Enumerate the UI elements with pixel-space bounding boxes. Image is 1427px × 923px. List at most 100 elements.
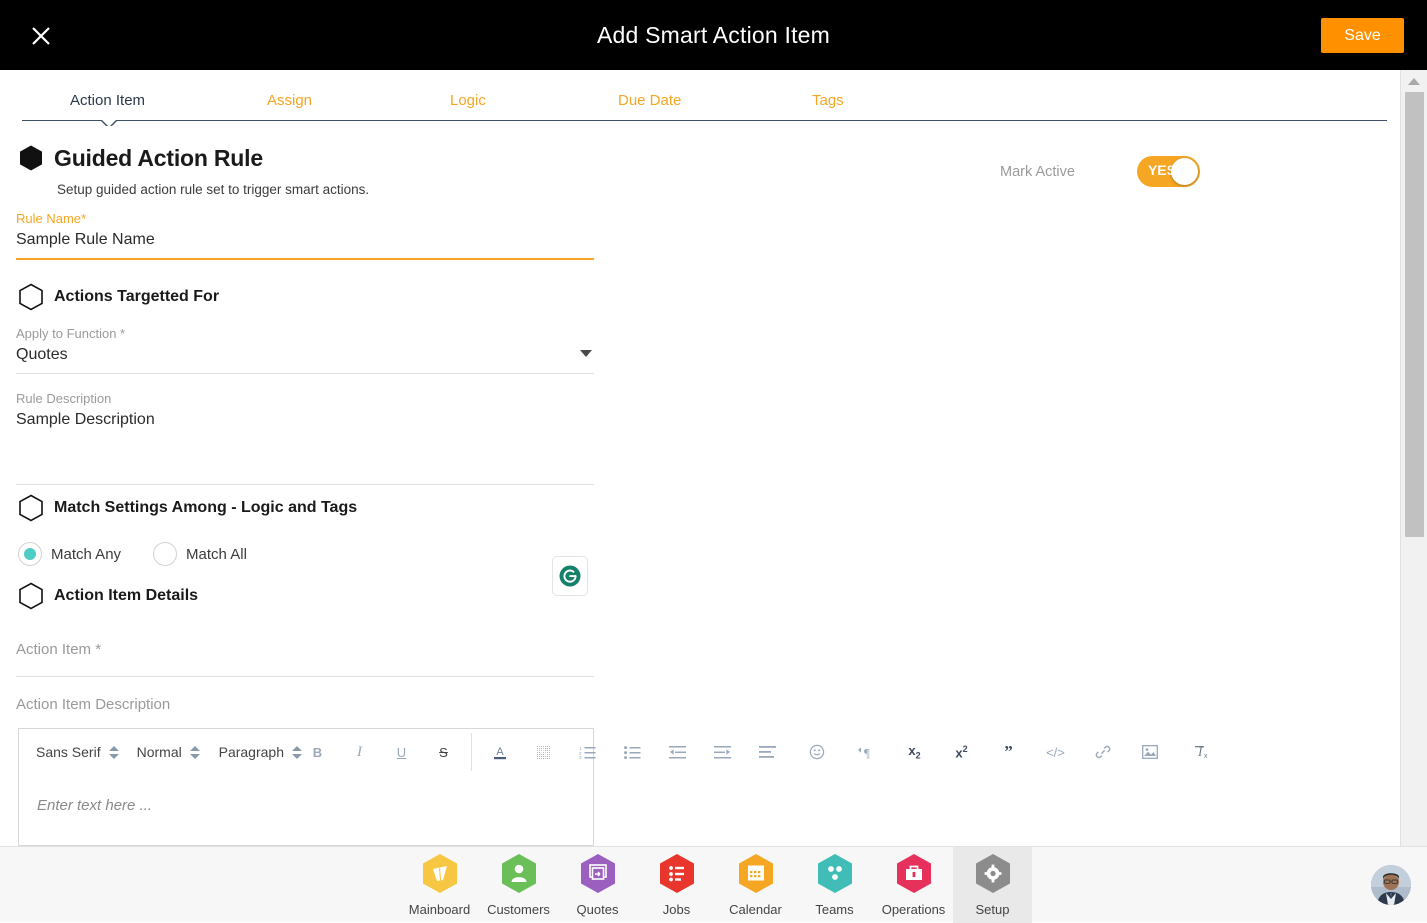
avatar[interactable] <box>1371 865 1411 905</box>
nav-item-operations[interactable]: Operations <box>874 847 953 923</box>
grammarly-icon <box>558 564 582 588</box>
font-size-select-label: Normal <box>137 744 182 760</box>
rule-name-value[interactable]: Sample Rule Name <box>16 231 594 255</box>
nav-item-label: Setup <box>976 902 1010 917</box>
underline-icon[interactable]: U <box>386 738 417 766</box>
clear-format-icon[interactable]: Ix <box>1187 738 1218 766</box>
nav-item-jobs[interactable]: Jobs <box>637 847 716 923</box>
chevron-down-icon[interactable] <box>580 350 592 357</box>
bold-icon[interactable]: B <box>302 738 333 766</box>
editor-toolbar: Sans SerifNormalParagraphBIUSAA123¶x2x2”… <box>18 728 1218 776</box>
background-color-icon[interactable]: A <box>527 738 558 766</box>
superscript-icon[interactable]: x2 <box>946 738 977 766</box>
grammarly-button[interactable] <box>552 556 588 596</box>
nav-item-setup[interactable]: Setup <box>953 847 1032 923</box>
bottom-navigation: Mainboard Customers Quotes Jobs Calendar Team… <box>0 846 1427 922</box>
nav-item-label: Calendar <box>729 902 782 917</box>
scrollbar-thumb[interactable] <box>1405 92 1424 537</box>
block-format-select-label: Paragraph <box>219 744 284 760</box>
rule-description-field[interactable]: Rule Description Sample Description <box>16 391 594 485</box>
action-item-description-field[interactable]: Action Item Description <box>16 696 594 713</box>
emoji-icon[interactable] <box>801 738 832 766</box>
rule-description-value[interactable]: Sample Description <box>16 411 594 481</box>
unordered-list-icon[interactable] <box>617 738 648 766</box>
nav-item-mainboard[interactable]: Mainboard <box>400 847 479 923</box>
font-family-select-label: Sans Serif <box>36 744 101 760</box>
stepper-icon <box>292 746 302 759</box>
apply-to-function-value[interactable]: Quotes <box>16 346 594 370</box>
nav-item-label: Operations <box>882 902 946 917</box>
mark-active-toggle[interactable]: YES <box>1137 156 1200 187</box>
nav-item-label: Jobs <box>663 902 690 917</box>
nav-item-label: Quotes <box>577 902 619 917</box>
radio-dot <box>24 548 36 560</box>
nav-item-quotes[interactable]: Quotes <box>558 847 637 923</box>
tab-action-item[interactable]: Action Item <box>70 92 145 109</box>
scroll-up-arrow-icon[interactable] <box>1408 78 1420 85</box>
subscript-icon[interactable]: x2 <box>899 738 930 766</box>
rule-name-label: Rule Name* <box>16 211 594 226</box>
rule-description-label: Rule Description <box>16 391 594 406</box>
rule-name-underline <box>16 258 594 260</box>
action-item-description-label: Action Item Description <box>16 696 594 713</box>
ordered-list-icon[interactable]: 123 <box>572 738 603 766</box>
section-subtitle: Setup guided action rule set to trigger … <box>57 182 369 197</box>
link-icon[interactable] <box>1087 738 1118 766</box>
tab-logic[interactable]: Logic <box>450 92 486 109</box>
nav-item-teams[interactable]: Teams <box>795 847 874 923</box>
editor-placeholder: Enter text here ... <box>37 797 152 814</box>
section-match-settings: Match Settings Among - Logic and Tags <box>18 494 357 522</box>
align-icon[interactable] <box>752 738 783 766</box>
section-action-item-details: Action Item Details <box>18 582 198 610</box>
tab-assign[interactable]: Assign <box>267 92 312 109</box>
nav-item-customers[interactable]: Customers <box>479 847 558 923</box>
radio-match-all[interactable]: Match All <box>153 542 247 566</box>
text-color-icon[interactable]: A <box>484 738 515 766</box>
operations-icon <box>895 853 933 899</box>
image-icon[interactable] <box>1134 738 1165 766</box>
section-actions-targetted-for: Actions Targetted For <box>18 283 219 311</box>
tab-tags[interactable]: Tags <box>812 92 844 109</box>
mark-active-row: Mark Active YES <box>1000 156 1200 187</box>
svg-text:x: x <box>1204 753 1208 760</box>
action-item-underline <box>16 676 594 677</box>
tab-bar: Action Item Assign Logic Due Date Tags <box>0 70 1400 126</box>
editor-text-area[interactable]: Enter text here ... <box>19 777 593 845</box>
section-title: Action Item Details <box>54 587 198 605</box>
nav-item-list: Mainboard Customers Quotes Jobs Calendar Team… <box>400 847 1032 923</box>
hexagon-outline-icon <box>18 494 44 522</box>
outdent-icon[interactable] <box>662 738 693 766</box>
radio-match-any[interactable]: Match Any <box>18 542 121 566</box>
font-size-select[interactable]: Normal <box>119 744 201 760</box>
italic-icon[interactable]: I <box>344 738 375 766</box>
vertical-scrollbar[interactable] <box>1400 70 1427 846</box>
stepper-icon <box>190 746 200 759</box>
radio-label: Match Any <box>51 546 121 563</box>
nav-item-label: Customers <box>487 902 550 917</box>
tab-underline <box>22 120 1387 121</box>
section-title: Guided Action Rule <box>54 145 263 172</box>
text-direction-icon[interactable]: ¶ <box>850 738 881 766</box>
block-format-select[interactable]: Paragraph <box>201 744 302 760</box>
blockquote-icon[interactable]: ” <box>993 738 1024 766</box>
tab-due-date[interactable]: Due Date <box>618 92 681 109</box>
radio-ring <box>153 542 177 566</box>
match-radio-group: Match Any Match All <box>18 542 279 566</box>
nav-item-label: Teams <box>815 902 853 917</box>
strikethrough-icon[interactable]: S <box>428 738 459 766</box>
hexagon-outline-icon <box>18 283 44 311</box>
svg-text:¶: ¶ <box>864 745 870 760</box>
teams-icon <box>816 853 854 899</box>
code-block-icon[interactable]: </> <box>1040 738 1071 766</box>
apply-to-function-underline <box>16 373 594 374</box>
apply-to-function-field[interactable]: Apply to Function * Quotes <box>16 326 594 374</box>
nav-item-calendar[interactable]: Calendar <box>716 847 795 923</box>
svg-text:A: A <box>539 747 547 759</box>
indent-icon[interactable] <box>707 738 738 766</box>
action-item-field[interactable]: Action Item * <box>16 641 594 677</box>
save-button[interactable]: Save <box>1321 18 1404 53</box>
rule-name-field[interactable]: Rule Name* Sample Rule Name <box>16 211 594 260</box>
font-family-select[interactable]: Sans Serif <box>18 744 119 760</box>
avatar-icon <box>1371 865 1411 905</box>
section-title: Match Settings Among - Logic and Tags <box>54 499 357 517</box>
